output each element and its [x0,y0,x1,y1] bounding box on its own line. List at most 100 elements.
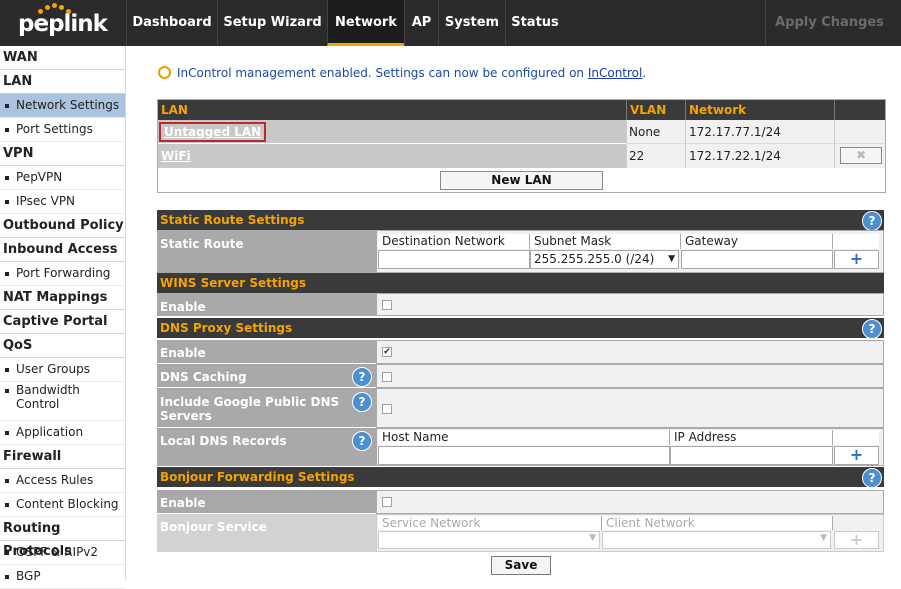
google-dns-value [376,388,884,428]
sidebar-category-vpn[interactable]: VPN [0,142,125,166]
local-dns-action-header [833,430,879,445]
sidebar-category-nat-mappings[interactable]: NAT Mappings [0,286,125,310]
sidebar-item-pepvpn[interactable]: PepVPN [0,166,125,190]
static-route-header: Static Route Settings [157,210,884,230]
top-navigation-bar: peplink Dashboard Setup Wizard Network A… [0,0,901,46]
vlan-cell: 22 [626,144,685,168]
help-icon[interactable]: ? [352,392,372,412]
lan-link-untagged[interactable]: Untagged LAN [159,122,267,142]
sidebar-category-routing-protocols[interactable]: Routing Protocols [0,517,125,559]
wins-enable-label: Enable [157,293,376,316]
notice-text: InControl management enabled. Settings c… [177,66,588,80]
google-dns-checkbox[interactable] [382,404,392,414]
notice-end: . [642,66,647,80]
static-route-action-header [833,234,879,249]
tab-setup-wizard[interactable]: Setup Wizard [217,0,327,46]
tab-dashboard[interactable]: Dashboard [126,0,217,46]
dns-caching-checkbox[interactable] [382,372,392,382]
client-network-header: Client Network [602,516,833,530]
vlan-cell: None [626,120,685,144]
logo-text: peplink [18,11,108,37]
tab-network[interactable]: Network [327,0,404,46]
destination-network-header: Destination Network [378,234,530,249]
client-network-select[interactable]: ▼ [602,531,831,549]
dns-enable-checkbox[interactable]: ✔ [382,347,392,357]
wins-enable-value [376,293,884,316]
sidebar-item-application[interactable]: Application [0,421,125,445]
sidebar-category-lan[interactable]: LAN [0,70,125,94]
static-route-value: Destination Network Subnet Mask Gateway … [376,230,884,273]
help-icon[interactable]: ? [862,468,882,488]
help-icon[interactable]: ? [352,367,372,387]
wins-header: WINS Server Settings [157,273,884,293]
delete-lan-icon[interactable]: ✖ [840,147,882,164]
sidebar-category-captive-portal[interactable]: Captive Portal [0,310,125,334]
apply-changes-button[interactable]: Apply Changes [765,0,893,46]
dns-enable-label: Enable [157,340,376,364]
tab-status[interactable]: Status [505,0,564,46]
network-cell: 172.17.22.1/24 [685,144,834,168]
bonjour-enable-label: Enable [157,490,376,514]
sidebar-item-ospf-ripv2[interactable]: OSPF & RIPv2 [0,541,125,565]
gateway-input[interactable] [681,250,833,269]
wins-enable-checkbox[interactable] [382,300,392,310]
service-network-select[interactable]: ▼ [378,531,600,549]
incontrol-link[interactable]: InControl [588,66,643,80]
dropdown-arrow-icon: ▼ [668,254,675,264]
action-cell: ✖ [834,144,885,168]
gateway-header: Gateway [681,234,833,249]
vlan-column-header: VLAN [626,100,685,120]
dns-caching-value [376,364,884,388]
subnet-mask-select[interactable]: 255.255.255.0 (/24) ▼ [530,250,679,269]
tab-ap[interactable]: AP [404,0,438,46]
network-cell: 172.17.77.1/24 [685,120,834,144]
sidebar-item-network-settings[interactable]: Network Settings [0,94,125,118]
tab-system[interactable]: System [438,0,505,46]
bonjour-enable-checkbox[interactable] [382,497,392,507]
static-route-label: Static Route [157,230,376,273]
sidebar-item-user-groups[interactable]: User Groups [0,358,125,382]
lan-table: LAN VLAN Network Untagged LAN None 172.1… [157,99,886,193]
network-column-header: Network [685,100,834,120]
host-name-input[interactable] [378,446,670,465]
sidebar-category-qos[interactable]: QoS [0,334,125,358]
help-icon[interactable]: ? [352,431,372,451]
sidebar-item-access-rules[interactable]: Access Rules [0,469,125,493]
save-button[interactable]: Save [491,556,551,575]
sidebar-item-bandwidth-control[interactable]: Bandwidth Control [0,382,125,421]
dns-enable-value: ✔ [376,340,884,364]
subnet-mask-header: Subnet Mask [530,234,681,249]
dropdown-arrow-icon: ▼ [820,533,827,543]
help-icon[interactable]: ? [862,319,882,339]
sidebar-category-firewall[interactable]: Firewall [0,445,125,469]
help-icon[interactable]: ? [862,211,882,231]
add-static-route-icon[interactable]: + [834,250,879,269]
peplink-logo[interactable]: peplink [0,0,126,46]
sidebar-item-content-blocking[interactable]: Content Blocking [0,493,125,517]
ip-address-header: IP Address [670,430,833,445]
new-lan-button[interactable]: New LAN [440,171,603,190]
bonjour-service-label: Bonjour Service [157,514,376,552]
sidebar-item-ipsec-vpn[interactable]: IPsec VPN [0,190,125,214]
table-row: Untagged LAN [158,120,626,144]
host-name-header: Host Name [378,430,670,445]
local-dns-records-value: Host Name IP Address + [376,428,884,466]
table-row: WiFi [158,144,626,168]
sidebar-item-port-forwarding[interactable]: Port Forwarding [0,262,125,286]
bonjour-service-value: Service Network Client Network ▼ ▼ + [376,514,884,552]
bonjour-enable-value [376,490,884,514]
sidebar-category-outbound-policy[interactable]: Outbound Policy [0,214,125,238]
sidebar-category-wan[interactable]: WAN [0,46,125,70]
subnet-mask-value: 255.255.255.0 (/24) [534,252,655,266]
sidebar: WAN LAN Network Settings Port Settings V… [0,46,126,589]
dns-proxy-header: DNS Proxy Settings [157,318,884,338]
sidebar-item-bgp[interactable]: BGP [0,565,125,589]
sidebar-item-port-settings[interactable]: Port Settings [0,118,125,142]
sidebar-category-inbound-access[interactable]: Inbound Access [0,238,125,262]
add-bonjour-service-icon[interactable]: + [834,531,879,549]
destination-network-input[interactable] [378,250,530,269]
ip-address-input[interactable] [670,446,833,465]
lan-link-wifi[interactable]: WiFi [161,149,191,163]
add-dns-record-icon[interactable]: + [834,446,879,465]
service-network-header: Service Network [378,516,602,530]
